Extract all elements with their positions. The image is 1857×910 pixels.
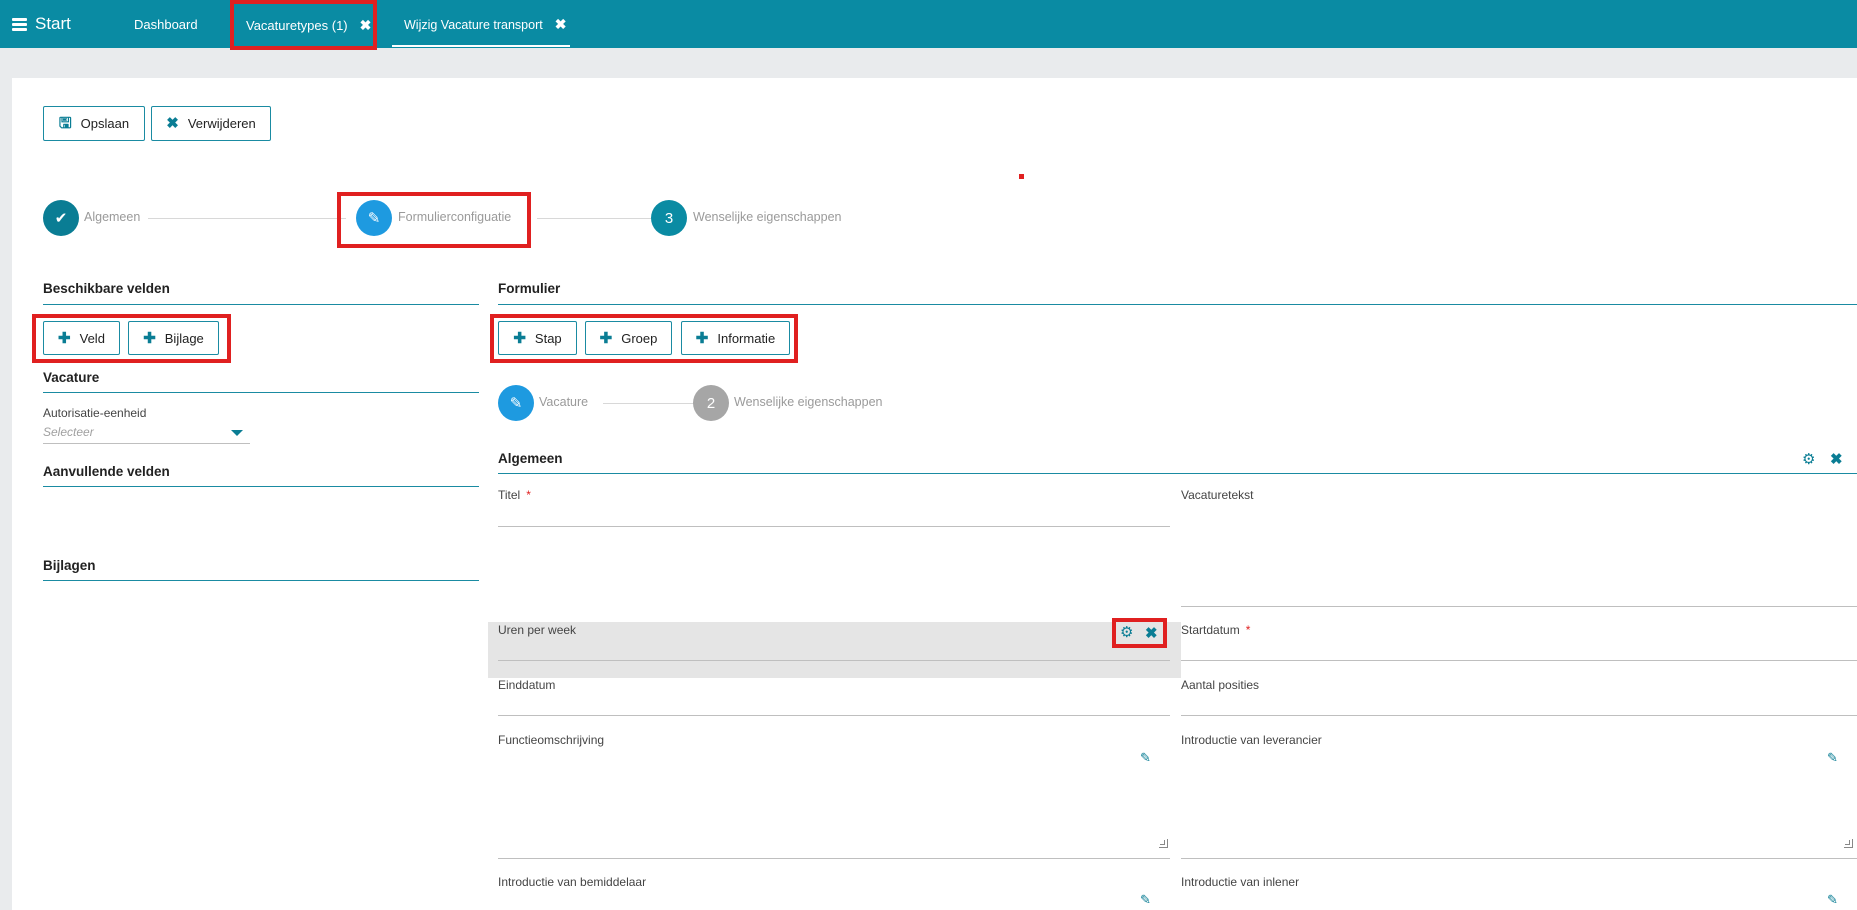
- close-icon[interactable]: ✖: [555, 16, 567, 33]
- wizard-connector: [537, 218, 652, 219]
- hamburger-icon: [12, 17, 27, 31]
- field-titel-input[interactable]: [498, 526, 1170, 527]
- substep-edit-pencil-icon[interactable]: ✎: [498, 385, 534, 421]
- marker-dot: [1019, 174, 1024, 179]
- top-bar: Start Dashboard Vacaturetypes (1) ✖ Wijz…: [0, 0, 1857, 50]
- resize-handle-icon[interactable]: [1159, 839, 1168, 848]
- add-info-button[interactable]: ✚ Informatie: [681, 321, 790, 355]
- pencil-icon[interactable]: ✎: [1140, 892, 1151, 908]
- wizard-connector: [603, 403, 696, 404]
- delete-button[interactable]: ✖ Verwijderen: [151, 106, 271, 141]
- field-label-intro-bemiddelaar: Introductie van bemiddelaar: [498, 875, 647, 889]
- field-aantal-input[interactable]: [1181, 715, 1857, 716]
- field-label-vacaturetekst: Vacaturetekst: [1181, 488, 1254, 502]
- start-menu[interactable]: Start: [12, 14, 71, 34]
- add-group-button[interactable]: ✚ Groep: [585, 321, 672, 355]
- pencil-icon[interactable]: ✎: [1827, 892, 1838, 908]
- main-panel: 🖫 Opslaan ✖ Verwijderen ✔ Algemeen ✎ For…: [12, 78, 1857, 910]
- settings-gears-icon[interactable]: ⚙: [1802, 450, 1815, 468]
- add-step-button[interactable]: ✚ Stap: [498, 321, 577, 355]
- plus-icon: ✚: [599, 329, 613, 347]
- plus-icon: ✚: [143, 329, 156, 347]
- wizard-connector: [148, 218, 346, 219]
- resize-handle-icon[interactable]: [1844, 839, 1853, 848]
- form-title: Formulier: [498, 281, 561, 296]
- plus-icon: ✚: [695, 329, 709, 347]
- field-label-uren: Uren per week: [498, 623, 577, 637]
- field-functie-input[interactable]: [498, 858, 1170, 859]
- field-label-intro-inlener: Introductie van inlener: [1181, 875, 1300, 889]
- field-label-startdatum: Startdatum *: [1181, 623, 1251, 637]
- add-attachment-button[interactable]: ✚ Bijlage: [128, 321, 219, 355]
- step-edit-pencil-icon[interactable]: ✎: [356, 200, 392, 236]
- divider: [43, 486, 479, 487]
- step-label-wenselijk[interactable]: Wenselijke eigenschappen: [693, 210, 841, 224]
- close-icon: ✖: [166, 115, 179, 132]
- field-label-titel: Titel *: [498, 488, 531, 502]
- close-icon[interactable]: ✖: [1145, 624, 1158, 642]
- extra-fields-title: Aanvullende velden: [43, 464, 170, 479]
- field-startdatum-input[interactable]: [1181, 660, 1857, 661]
- step-done-check-icon[interactable]: ✔: [43, 200, 79, 236]
- field-vacaturetekst-input[interactable]: [1181, 606, 1857, 607]
- divider: [43, 392, 479, 393]
- tab-vacaturetypes[interactable]: Vacaturetypes (1) ✖: [230, 0, 377, 50]
- divider: [43, 304, 479, 305]
- step-number-circle[interactable]: 3: [651, 200, 687, 236]
- tab-dashboard[interactable]: Dashboard: [134, 0, 198, 48]
- field-label-aantal: Aantal posities: [1181, 678, 1260, 692]
- auth-unit-label: Autorisatie-eenheid: [43, 406, 147, 420]
- pencil-icon[interactable]: ✎: [1827, 750, 1838, 766]
- substep-number-circle[interactable]: 2: [693, 385, 729, 421]
- start-label: Start: [35, 14, 71, 33]
- field-label-intro-leverancier: Introductie van leverancier: [1181, 733, 1322, 747]
- field-label-functie: Functieomschrijving: [498, 733, 605, 747]
- tab-wijzig-vacature[interactable]: Wijzig Vacature transport ✖: [392, 4, 570, 47]
- available-fields-title: Beschikbare velden: [43, 281, 170, 296]
- plus-icon: ✚: [58, 329, 71, 347]
- substep-label-vacature[interactable]: Vacature: [539, 395, 588, 409]
- divider: [498, 304, 1857, 305]
- attachments-title: Bijlagen: [43, 558, 96, 573]
- field-intro-leverancier-input[interactable]: [1181, 858, 1857, 859]
- add-field-button[interactable]: ✚ Veld: [43, 321, 120, 355]
- field-label-einddatum: Einddatum: [498, 678, 556, 692]
- pencil-icon[interactable]: ✎: [1140, 750, 1151, 766]
- chevron-down-icon[interactable]: [231, 430, 243, 436]
- field-uren-input[interactable]: [498, 660, 1170, 661]
- close-icon[interactable]: ✖: [360, 17, 372, 34]
- step-label-formulier[interactable]: Formulierconfiguatie: [398, 210, 511, 224]
- divider: [43, 580, 479, 581]
- selected-field-row[interactable]: [488, 622, 1181, 678]
- vacature-section-title: Vacature: [43, 370, 100, 385]
- close-icon[interactable]: ✖: [1830, 450, 1843, 468]
- substep-label-wenselijk[interactable]: Wenselijke eigenschappen: [734, 395, 882, 409]
- select-underline: [43, 443, 250, 444]
- save-button[interactable]: 🖫 Opslaan: [43, 106, 145, 141]
- step-label-algemeen[interactable]: Algemeen: [84, 210, 140, 224]
- plus-icon: ✚: [513, 329, 526, 347]
- settings-gears-icon[interactable]: ⚙: [1120, 623, 1133, 641]
- auth-unit-select[interactable]: Selecteer: [43, 425, 94, 439]
- divider: [498, 473, 1857, 474]
- group-title: Algemeen: [498, 451, 563, 466]
- save-icon: 🖫: [58, 115, 72, 132]
- field-einddatum-input[interactable]: [498, 715, 1170, 716]
